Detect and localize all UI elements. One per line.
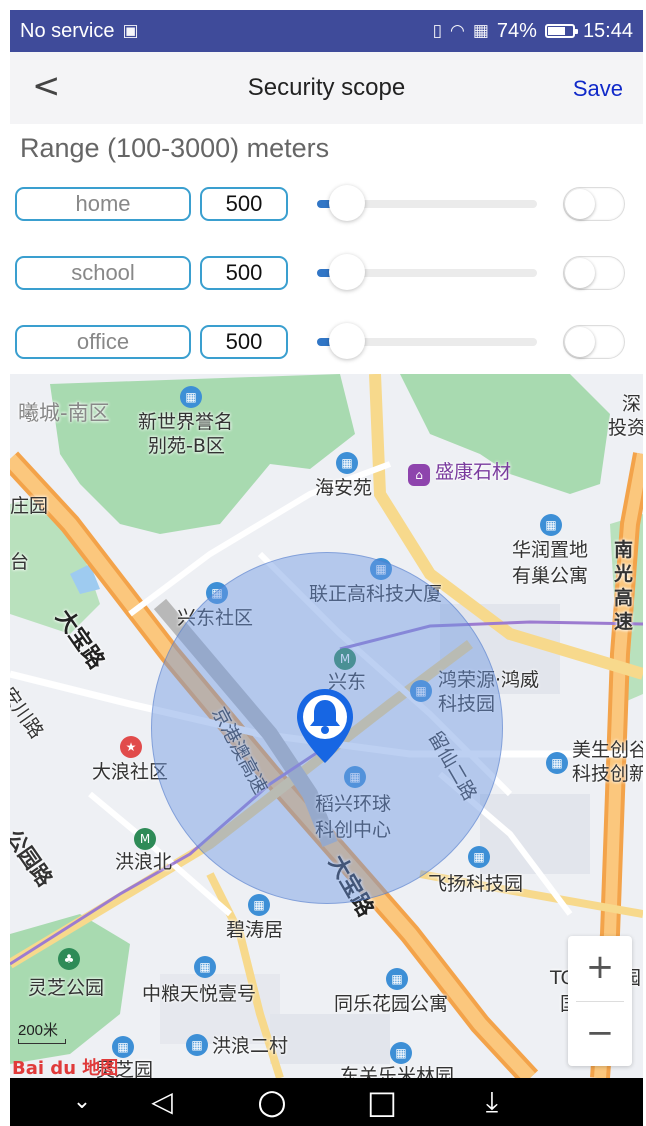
slider-thumb[interactable]	[329, 254, 366, 290]
zoom-out-button[interactable]: −	[568, 1002, 632, 1066]
wifi-icon: ◠	[450, 21, 465, 40]
scope-name-field[interactable]: office	[15, 325, 191, 359]
map-label: 高	[614, 587, 634, 609]
map-label: 海安苑	[315, 477, 373, 499]
status-bar: No service ▣ ▯ ◠ ▦ 74% 15:44	[10, 10, 643, 52]
building-icon: ▦	[194, 956, 216, 978]
home-circle-icon[interactable]: ○	[242, 1078, 302, 1126]
map-scale-bar	[18, 1039, 66, 1044]
back-chevron-icon[interactable]: <	[32, 66, 61, 106]
building-icon: ▦	[390, 1042, 412, 1064]
map-label: 华润置地	[512, 539, 589, 561]
map-label: 新世界誉名	[138, 411, 234, 433]
header-bar: < Security scope Save	[10, 52, 643, 124]
shop-icon: ⌂	[408, 464, 430, 486]
save-button[interactable]: Save	[573, 76, 623, 102]
toggle-knob	[565, 258, 595, 288]
scope-range-input[interactable]: 500	[200, 325, 288, 359]
map-label: 盛康石材	[435, 461, 512, 483]
building-icon: ▦	[468, 846, 490, 868]
map-label: 光	[614, 563, 634, 585]
status-right: ▯ ◠ ▦ 74% 15:44	[433, 20, 633, 43]
map-label: 南	[614, 539, 634, 561]
building-icon: ▦	[386, 968, 408, 990]
map-label: 同乐花园公寓	[334, 993, 449, 1015]
recents-square-icon[interactable]: □	[352, 1078, 412, 1126]
map-label: 有巢公寓	[512, 565, 589, 587]
clock: 15:44	[582, 19, 633, 42]
metro-station-icon: M	[134, 828, 156, 850]
carrier-text: No service	[20, 19, 115, 42]
battery-saver-icon: ▦	[472, 21, 489, 40]
toggle-knob	[565, 189, 595, 219]
map-label: 深	[622, 393, 642, 415]
status-left: No service ▣	[20, 20, 139, 43]
scope-name-field[interactable]: home	[15, 187, 191, 221]
map-label: 洪浪二村	[212, 1035, 289, 1057]
building-icon: ▦	[540, 514, 562, 536]
collapse-chevron-icon[interactable]: ⌄	[52, 1078, 112, 1126]
map-view[interactable]: 曦城-南区 新世界誉名 别苑-B区 ▦ ▦ 海安苑 ⌂ 盛康石材 深 投资 ▦ …	[10, 374, 643, 1078]
scope-name-field[interactable]: school	[15, 256, 191, 290]
map-scale-label: 200米	[18, 1022, 59, 1039]
building-icon: ▦	[180, 386, 202, 408]
back-triangle-icon[interactable]: ◁	[132, 1078, 192, 1126]
notification-pull-icon[interactable]: ⤓	[462, 1078, 522, 1126]
map-label: 碧涛居	[226, 919, 284, 941]
range-slider[interactable]	[317, 185, 537, 221]
map-label: 洪浪北	[115, 851, 173, 873]
system-nav-bar: ⌄ ◁ ○ □ ⤓	[10, 1078, 643, 1126]
range-slider[interactable]	[317, 323, 537, 359]
map-label: 速	[614, 611, 634, 633]
map-label: 飞扬科技园	[428, 873, 524, 895]
range-slider[interactable]	[317, 254, 537, 290]
map-label: 庄园	[10, 495, 49, 517]
map-label: 东关乐米林园	[340, 1065, 455, 1078]
scope-row-office: office 500	[15, 323, 635, 365]
toggle-knob	[565, 327, 595, 357]
zoom-in-button[interactable]: +	[568, 936, 632, 1000]
map-label: 灵芝公园	[28, 977, 105, 999]
building-icon: ▦	[186, 1034, 208, 1056]
map-label: 科技创新	[572, 763, 643, 785]
zoom-controls: + −	[568, 936, 632, 1066]
building-icon: ▦	[248, 894, 270, 916]
scope-range-input[interactable]: 500	[200, 256, 288, 290]
scope-toggle[interactable]	[563, 187, 625, 221]
bell-location-pin-icon[interactable]	[294, 687, 356, 765]
scope-range-input[interactable]: 500	[200, 187, 288, 221]
scope-row-school: school 500	[15, 254, 635, 296]
park-icon: ♣	[58, 948, 80, 970]
vibrate-icon: ▯	[432, 21, 442, 40]
scope-row-home: home 500	[15, 185, 635, 227]
map-label: 投资	[608, 417, 643, 439]
baidu-map-logo: Bai du 地图	[12, 1058, 119, 1078]
slider-thumb[interactable]	[329, 323, 366, 359]
community-icon: ★	[120, 736, 142, 758]
building-icon: ▦	[546, 752, 568, 774]
range-label: Range (100-3000) meters	[20, 133, 330, 163]
map-label: 曦城-南区	[18, 401, 110, 425]
page-title: Security scope	[247, 74, 406, 101]
map-label: 中粮天悦壹号	[142, 983, 257, 1005]
map-label: 别苑-B区	[148, 435, 225, 457]
battery-percent: 74%	[496, 19, 537, 42]
battery-fill	[547, 27, 566, 35]
map-label: 美生创谷	[572, 739, 643, 761]
sim-icon: ▣	[122, 21, 139, 40]
building-icon: ▦	[336, 452, 358, 474]
battery-icon	[544, 24, 578, 38]
scope-toggle[interactable]	[563, 325, 625, 359]
slider-thumb[interactable]	[329, 185, 366, 221]
map-label: 台	[10, 551, 30, 573]
scope-toggle[interactable]	[563, 256, 625, 290]
